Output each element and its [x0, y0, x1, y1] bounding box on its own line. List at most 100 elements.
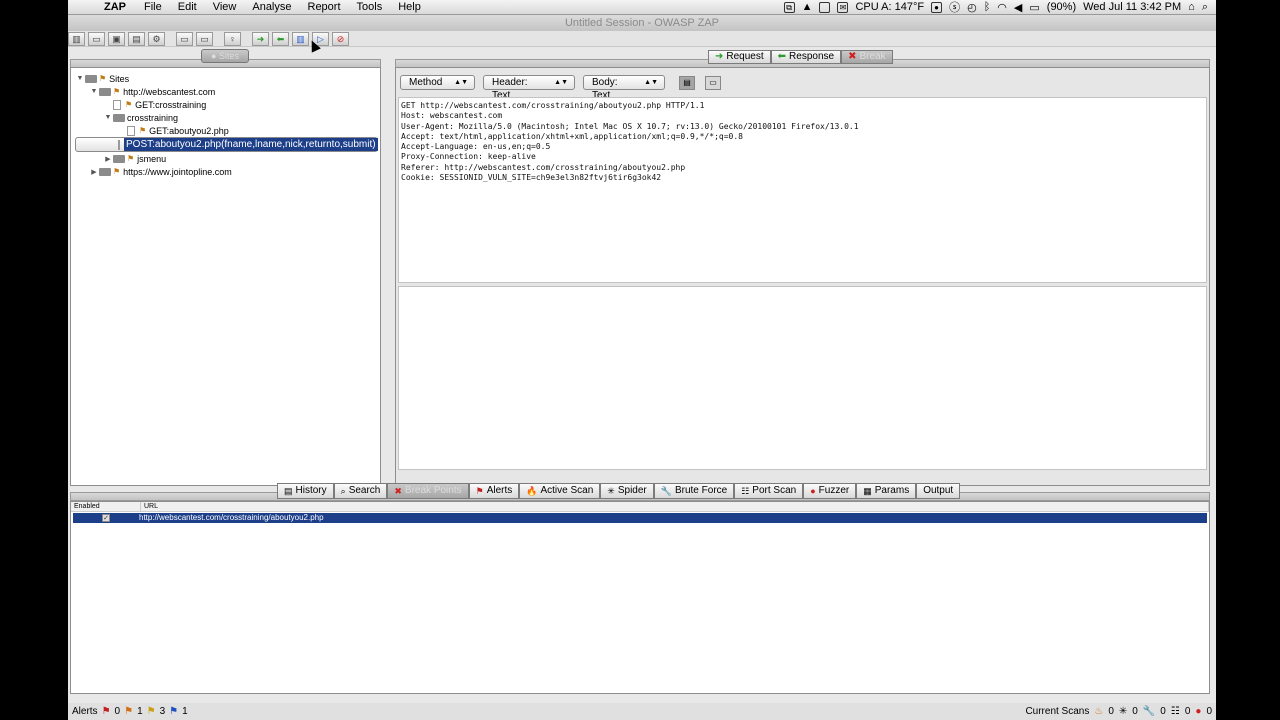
expanded-triangle-icon[interactable]: ▼	[89, 88, 99, 95]
tab-fuzzer[interactable]: ● Fuzzer	[803, 483, 857, 499]
active-scan-count: 0	[1108, 706, 1114, 717]
tab-search[interactable]: ⌕ Search	[333, 483, 388, 499]
drop-icon[interactable]: ⊘	[332, 31, 349, 46]
tree-node[interactable]: ⚑ GET:aboutyou2.php	[75, 124, 378, 137]
options-gear-icon[interactable]: ⚙	[148, 31, 165, 46]
tab-request[interactable]: ➜ Request	[708, 50, 771, 64]
app-menu[interactable]: ZAP	[104, 1, 126, 13]
tab-params[interactable]: ▦ Params	[856, 483, 917, 499]
alert-flag-icon: ⚑	[113, 87, 121, 96]
cpu-temp[interactable]: CPU A: 147°F	[855, 1, 924, 13]
tab-break[interactable]: ✖ Break	[841, 50, 893, 64]
tab-alerts[interactable]: ⚑ Alerts	[468, 483, 520, 499]
table-row[interactable]: ✓ http://webscantest.com/crosstraining/a…	[73, 513, 1207, 523]
camera-icon[interactable]: ●	[931, 1, 943, 13]
request-panel: Method ▲▼ Header: Text ▲▼ Body: Text ▲▼ ▤ ▭…	[395, 67, 1210, 486]
column-url[interactable]: URL	[141, 502, 1209, 511]
volume-icon[interactable]: ◀	[1014, 1, 1022, 14]
tree-node-label: crosstraining	[127, 112, 179, 123]
menu-help[interactable]: Help	[398, 1, 421, 13]
lightbulb-icon[interactable]: ♀	[224, 31, 241, 46]
break-response-icon[interactable]: ⬅	[272, 31, 289, 46]
layout-icon[interactable]: ▥	[68, 31, 85, 46]
request-header-text[interactable]: GET http://webscantest.com/crosstraining…	[398, 97, 1207, 283]
menu-file[interactable]: File	[144, 1, 162, 13]
menu-analyse[interactable]: Analyse	[252, 1, 291, 13]
body-view-select[interactable]: Body: Text ▲▼	[583, 75, 665, 101]
tree-node[interactable]: ▼ crosstraining	[75, 111, 378, 124]
tab-output[interactable]: Output	[916, 483, 961, 499]
skype-icon[interactable]: ⓢ	[949, 0, 960, 15]
tab-label: Spider	[617, 485, 647, 496]
tab-label: Fuzzer	[818, 485, 850, 496]
high-alert-count: 0	[114, 706, 121, 717]
collapsed-triangle-icon[interactable]: ▶	[89, 168, 99, 176]
port-scan-count: 0	[1184, 706, 1191, 717]
time-machine-icon[interactable]: ◴	[967, 1, 977, 14]
tab-spider[interactable]: ✳ Spider	[600, 483, 654, 499]
history-icon: ▤	[284, 486, 293, 496]
snapshot-icon[interactable]: ▤	[128, 31, 145, 46]
tree-node[interactable]: ▼ ⚑ Sites	[75, 72, 378, 85]
tab-break-points[interactable]: ✖ Break Points	[387, 483, 469, 499]
tree-node-label: POST:aboutyou2.php(fname,lname,nick,retu…	[124, 138, 378, 151]
mail-icon[interactable]: ✉	[837, 1, 849, 13]
tab-active-scan[interactable]: 🔥 Active Scan	[519, 483, 601, 499]
method-select[interactable]: Method ▲▼	[400, 75, 475, 90]
battery-percent[interactable]: (90%)	[1047, 1, 1076, 13]
step-icon[interactable]: ▥	[292, 31, 309, 46]
arrow-right-icon: ➜	[715, 51, 724, 62]
port-scan-icon: ☷	[1170, 706, 1180, 717]
tab-label: Active Scan	[540, 485, 594, 496]
info-alert-count: 1	[182, 706, 188, 717]
folder-icon	[99, 87, 111, 96]
menu-view[interactable]: View	[213, 1, 237, 13]
search-icon: ⌕	[340, 486, 346, 496]
user-icon[interactable]: ⌂	[1188, 1, 1195, 13]
save-session-icon[interactable]: ▣	[108, 31, 125, 46]
fuzzer-count: 0	[1206, 706, 1212, 717]
method-select-value: Method	[409, 77, 443, 88]
tab-label: Alerts	[486, 485, 513, 496]
open-session-icon[interactable]: ▭	[88, 31, 105, 46]
collapsed-triangle-icon[interactable]: ▶	[103, 155, 113, 163]
tree-node[interactable]: ▶ ⚑ jsmenu	[75, 152, 378, 165]
tab-sites-label: Sites	[218, 51, 239, 61]
body-view-select-value: Body: Text	[592, 77, 618, 101]
tab-port-scan[interactable]: ☷ Port Scan	[734, 483, 804, 499]
screen-icon[interactable]	[819, 1, 831, 13]
tree-node[interactable]: ▼ ⚑ http://webscantest.com	[75, 85, 378, 98]
expanded-triangle-icon[interactable]: ▼	[103, 114, 113, 121]
wifi-icon[interactable]: ◠	[997, 1, 1007, 14]
menu-report[interactable]: Report	[308, 1, 341, 13]
enabled-checkbox[interactable]: ✓	[73, 513, 139, 523]
tab-brute-force[interactable]: 🔧 Brute Force	[653, 483, 735, 499]
clock[interactable]: Wed Jul 11 3:42 PM	[1083, 1, 1181, 13]
header-line: GET http://webscantest.com/crosstraining…	[401, 101, 705, 110]
break-request-icon[interactable]: ➜	[252, 31, 269, 46]
drive-icon[interactable]: ▲	[802, 1, 813, 13]
expand-info-icon[interactable]: ▭	[196, 31, 213, 46]
bluetooth-icon[interactable]: ᛒ	[984, 1, 991, 13]
menu-edit[interactable]: Edit	[178, 1, 197, 13]
header-view-select[interactable]: Header: Text ▲▼	[483, 75, 575, 101]
tab-sites[interactable]: ● Sites	[201, 49, 249, 63]
expand-sites-icon[interactable]: ▭	[176, 31, 193, 46]
request-body-text[interactable]	[398, 286, 1207, 470]
single-view-icon[interactable]: ▭	[705, 75, 721, 90]
tree-node[interactable]: ▶ ⚑ https://www.jointopline.com	[75, 165, 378, 178]
params-icon: ▦	[863, 486, 872, 496]
spotlight-icon[interactable]: ⌕	[1202, 1, 1208, 14]
header-line: Referer: http://webscantest.com/crosstra…	[401, 162, 686, 172]
split-view-icon[interactable]: ▤	[679, 75, 695, 90]
battery-icon[interactable]: ▭	[1029, 1, 1039, 14]
tree-node[interactable]: POST:aboutyou2.php(fname,lname,nick,retu…	[75, 137, 378, 152]
header-line: Accept-Language: en-us,en;q=0.5	[401, 142, 551, 152]
tree-node[interactable]: ⚑ GET:crosstraining	[75, 98, 378, 111]
column-enabled[interactable]: Enabled	[71, 502, 141, 511]
menu-tools[interactable]: Tools	[357, 1, 383, 13]
tab-response[interactable]: ⬅ Response	[770, 50, 842, 64]
status-icon[interactable]: ⧉	[783, 1, 795, 13]
tab-history[interactable]: ▤ History	[277, 483, 334, 499]
expanded-triangle-icon[interactable]: ▼	[75, 75, 85, 82]
